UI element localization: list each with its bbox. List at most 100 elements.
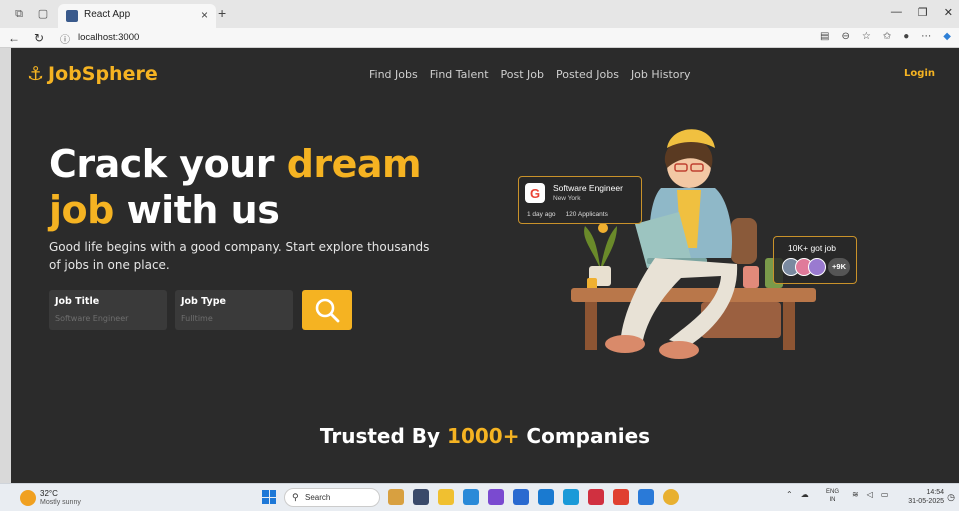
nav-posted-jobs[interactable]: Posted Jobs: [556, 68, 619, 81]
clock-time: 14:54: [926, 489, 944, 496]
logo[interactable]: ⚓ JobSphere: [27, 63, 158, 85]
vscode-icon[interactable]: [638, 489, 654, 505]
system-tray: ⌃ ☁: [786, 490, 809, 499]
bench-top: [571, 288, 816, 302]
edge-icon[interactable]: [463, 489, 479, 505]
hero-highlight: dream: [286, 142, 422, 186]
main-nav: Find Jobs Find Talent Post Job Posted Jo…: [369, 68, 691, 81]
bench-leg-left: [585, 302, 597, 350]
window-controls: — ❐ ✕: [891, 6, 953, 19]
job-title-label: Job Title: [55, 296, 100, 307]
favorite-star-icon[interactable]: ☆: [862, 31, 871, 42]
weather-temp: 32°C: [40, 489, 58, 498]
app-icon[interactable]: [588, 489, 604, 505]
copilot-icon[interactable]: ◆: [943, 31, 951, 42]
hero-highlight: job: [49, 188, 114, 232]
app-icon[interactable]: [613, 489, 629, 505]
store-icon[interactable]: [513, 489, 529, 505]
nav-job-history[interactable]: Job History: [631, 68, 691, 81]
close-tab-icon[interactable]: ×: [201, 8, 208, 22]
job-type-label: Job Type: [181, 296, 226, 307]
battery-icon[interactable]: ▭: [881, 490, 889, 499]
hero-subtext: Good life begins with a good company. St…: [49, 240, 430, 272]
trusted-heading: Trusted By 1000+ Companies: [11, 424, 959, 448]
task-view-icon[interactable]: [413, 489, 429, 505]
pot-pink: [743, 266, 759, 288]
avatar-group: +9K: [782, 258, 850, 276]
taskbar-search-label: Search: [305, 493, 331, 502]
browser-tab-bar: ⧉ ▢ React App × + — ❐ ✕: [0, 0, 959, 28]
widgets-app-icon[interactable]: [388, 489, 404, 505]
avatar: [808, 258, 826, 276]
taskbar-search[interactable]: ⚲ Search: [284, 488, 380, 507]
status-icons: ≋ ◁ ▭: [852, 490, 888, 499]
weather-condition: Mostly sunny: [40, 499, 81, 506]
app-icon[interactable]: [488, 489, 504, 505]
job-card-location: New York: [553, 195, 581, 202]
language-indicator[interactable]: ENG IN: [826, 488, 839, 504]
mail-icon[interactable]: [538, 489, 554, 505]
job-title-input[interactable]: [55, 312, 161, 324]
nav-post-job[interactable]: Post Job: [501, 68, 544, 81]
sun-icon: [20, 490, 36, 506]
nav-find-jobs[interactable]: Find Jobs: [369, 68, 418, 81]
job-type-input[interactable]: [181, 312, 287, 324]
url-text[interactable]: localhost:3000: [78, 32, 139, 43]
got-job-card: 10K+ got job +9K: [773, 236, 857, 284]
got-job-text: 10K+ got job: [788, 243, 836, 253]
zoom-icon[interactable]: ⊖: [842, 31, 850, 42]
got-job-count: +9K: [828, 258, 850, 276]
site-info-icon[interactable]: ⓘ: [60, 31, 70, 46]
anchor-icon: ⚓: [27, 63, 45, 85]
job-type-field[interactable]: Job Type: [175, 290, 293, 330]
clock[interactable]: 14:54 31-05-2025: [904, 488, 944, 506]
windows-start-icon[interactable]: [262, 490, 276, 504]
url-field[interactable]: ⓘ localhost:3000: [54, 30, 814, 46]
taskbar-apps: [388, 489, 679, 505]
browser-tab[interactable]: React App ×: [58, 4, 216, 28]
language-code: ENG: [826, 489, 840, 495]
reader-view-icon[interactable]: ▤: [820, 31, 829, 42]
logo-text: JobSphere: [48, 63, 158, 85]
trusted-text: Companies: [519, 424, 651, 448]
job-card-meta: 1 day ago 120 Applicants: [527, 211, 608, 218]
favorites-icon[interactable]: ✩: [883, 31, 891, 42]
job-card-posted: 1 day ago: [527, 211, 556, 218]
plant-flower: [598, 223, 608, 233]
login-link[interactable]: Login: [904, 68, 935, 79]
google-logo-icon: G: [525, 183, 545, 203]
shoe-right: [659, 341, 699, 359]
clock-date: 31-05-2025: [908, 498, 944, 505]
file-explorer-icon[interactable]: [438, 489, 454, 505]
job-card: G Software Engineer New York 1 day ago 1…: [518, 176, 642, 224]
job-card-title: Software Engineer: [553, 183, 623, 193]
close-window-icon[interactable]: ✕: [944, 6, 953, 19]
job-title-field[interactable]: Job Title: [49, 290, 167, 330]
restore-icon[interactable]: ❐: [918, 6, 928, 19]
hero-text: with us: [113, 188, 280, 232]
more-options-icon[interactable]: ⋯: [921, 31, 931, 42]
volume-icon[interactable]: ◁: [867, 490, 873, 499]
minimize-icon[interactable]: —: [891, 6, 902, 19]
onedrive-icon[interactable]: ☁: [801, 490, 809, 499]
job-card-applicants: 120 Applicants: [565, 211, 608, 218]
nav-find-talent[interactable]: Find Talent: [430, 68, 489, 81]
browser-icon[interactable]: [563, 489, 579, 505]
search-icon: ⚲: [292, 492, 299, 502]
address-bar: ← ↻ ⓘ localhost:3000 ▤ ⊖ ☆ ✩ ● ⋯ ◆: [0, 28, 959, 48]
tab-actions-icon[interactable]: ▢: [36, 7, 50, 21]
bench-leg-right: [783, 302, 795, 350]
chevron-up-icon[interactable]: ⌃: [786, 490, 793, 499]
notification-icon[interactable]: ◷: [947, 492, 955, 503]
back-arrow-icon[interactable]: ←: [8, 31, 20, 45]
search-button[interactable]: [302, 290, 352, 330]
workspaces-icon[interactable]: ⧉: [12, 7, 26, 21]
refresh-icon[interactable]: ↻: [34, 31, 44, 45]
tab-title: React App: [84, 9, 131, 20]
jobsphere-page: ⚓ JobSphere Find Jobs Find Talent Post Jo…: [11, 48, 959, 483]
wifi-icon[interactable]: ≋: [852, 490, 859, 499]
new-tab-button[interactable]: +: [218, 5, 226, 21]
profile-icon[interactable]: ●: [903, 31, 909, 42]
chrome-icon[interactable]: [663, 489, 679, 505]
hero-heading-line1: Crack your dream: [49, 142, 422, 186]
